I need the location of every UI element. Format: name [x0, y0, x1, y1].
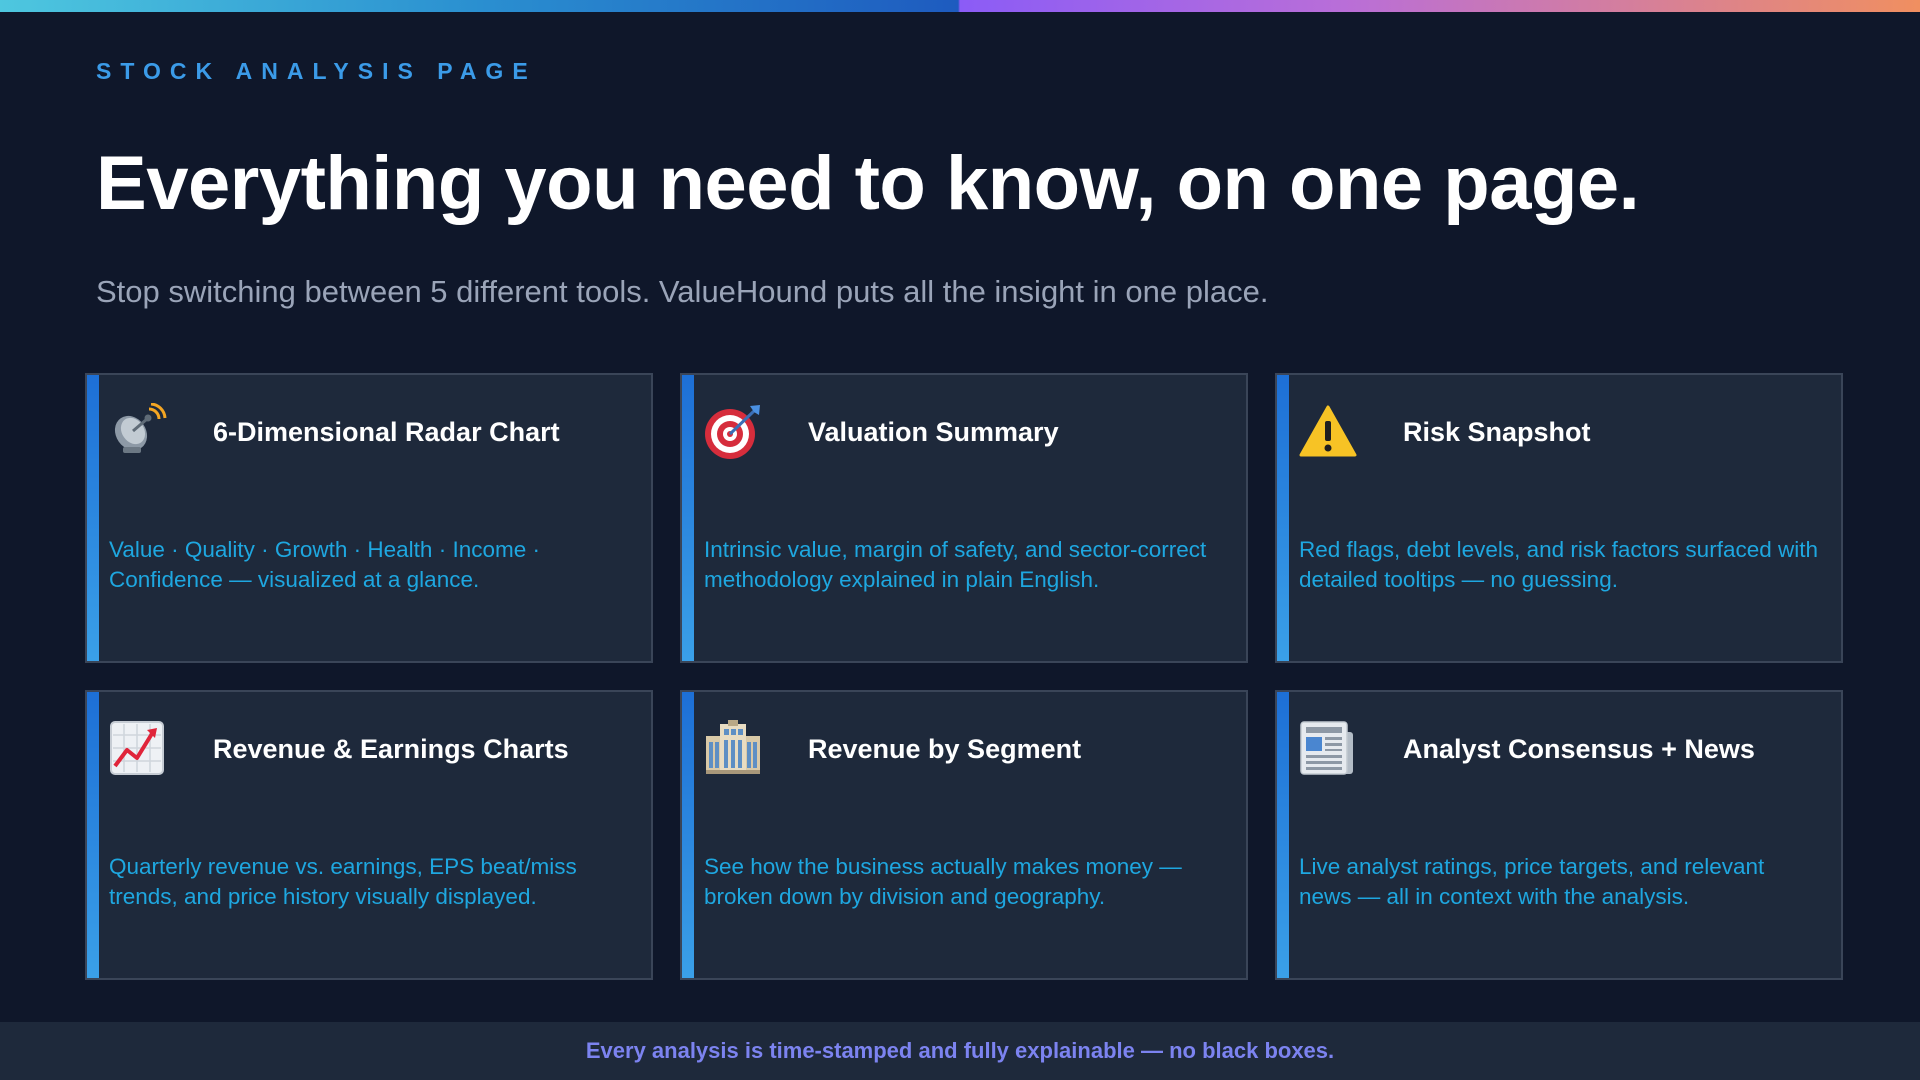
card-description: Value · Quality · Growth · Health · Inco… [109, 537, 540, 592]
card-title: Revenue & Earnings Charts [213, 734, 569, 764]
feature-card-risk-snapshot: Risk Snapshot Red flags, debt levels, an… [1275, 373, 1843, 663]
card-title: 6-Dimensional Radar Chart [213, 417, 560, 447]
feature-card-revenue-segment: Revenue by Segment See how the business … [680, 690, 1248, 980]
target-icon [704, 403, 762, 461]
page-title: Everything you need to know, on one page… [96, 141, 1640, 226]
card-accent-bar [1277, 692, 1289, 978]
card-description: Red flags, debt levels, and risk factors… [1299, 537, 1818, 592]
card-title: Valuation Summary [808, 417, 1059, 447]
card-description: Intrinsic value, margin of safety, and s… [704, 537, 1207, 592]
satellite-dish-icon [109, 403, 167, 461]
card-accent-bar [682, 692, 694, 978]
card-description: See how the business actually makes mone… [704, 854, 1182, 909]
card-description: Live analyst ratings, price targets, and… [1299, 854, 1765, 909]
feature-card-valuation-summary: Valuation Summary Intrinsic value, margi… [680, 373, 1248, 663]
card-accent-bar [87, 692, 99, 978]
office-building-icon [704, 720, 762, 778]
gradient-top-bar [0, 0, 1920, 12]
feature-card-radar-chart: 6-Dimensional Radar Chart Value · Qualit… [85, 373, 653, 663]
footer-text: Every analysis is time-stamped and fully… [585, 1038, 1335, 1063]
warning-icon [1299, 403, 1357, 461]
card-title: Analyst Consensus + News [1403, 734, 1755, 764]
card-title: Risk Snapshot [1403, 417, 1591, 447]
feature-grid: 6-Dimensional Radar Chart Value · Qualit… [85, 373, 1845, 980]
footer-banner: Every analysis is time-stamped and fully… [0, 1022, 1920, 1080]
feature-card-analyst-consensus: Analyst Consensus + News Live analyst ra… [1275, 690, 1843, 980]
feature-slide: STOCK ANALYSIS PAGE Everything you need … [0, 0, 1920, 1080]
card-description: Quarterly revenue vs. earnings, EPS beat… [109, 854, 577, 909]
eyebrow-label: STOCK ANALYSIS PAGE [96, 58, 537, 84]
card-title: Revenue by Segment [808, 734, 1082, 764]
page-subtitle: Stop switching between 5 different tools… [96, 274, 1269, 309]
card-accent-bar [87, 375, 99, 661]
newspaper-icon [1299, 720, 1357, 778]
chart-increasing-icon [109, 720, 167, 778]
card-accent-bar [1277, 375, 1289, 661]
feature-card-revenue-earnings: Revenue & Earnings Charts Quarterly reve… [85, 690, 653, 980]
card-accent-bar [682, 375, 694, 661]
